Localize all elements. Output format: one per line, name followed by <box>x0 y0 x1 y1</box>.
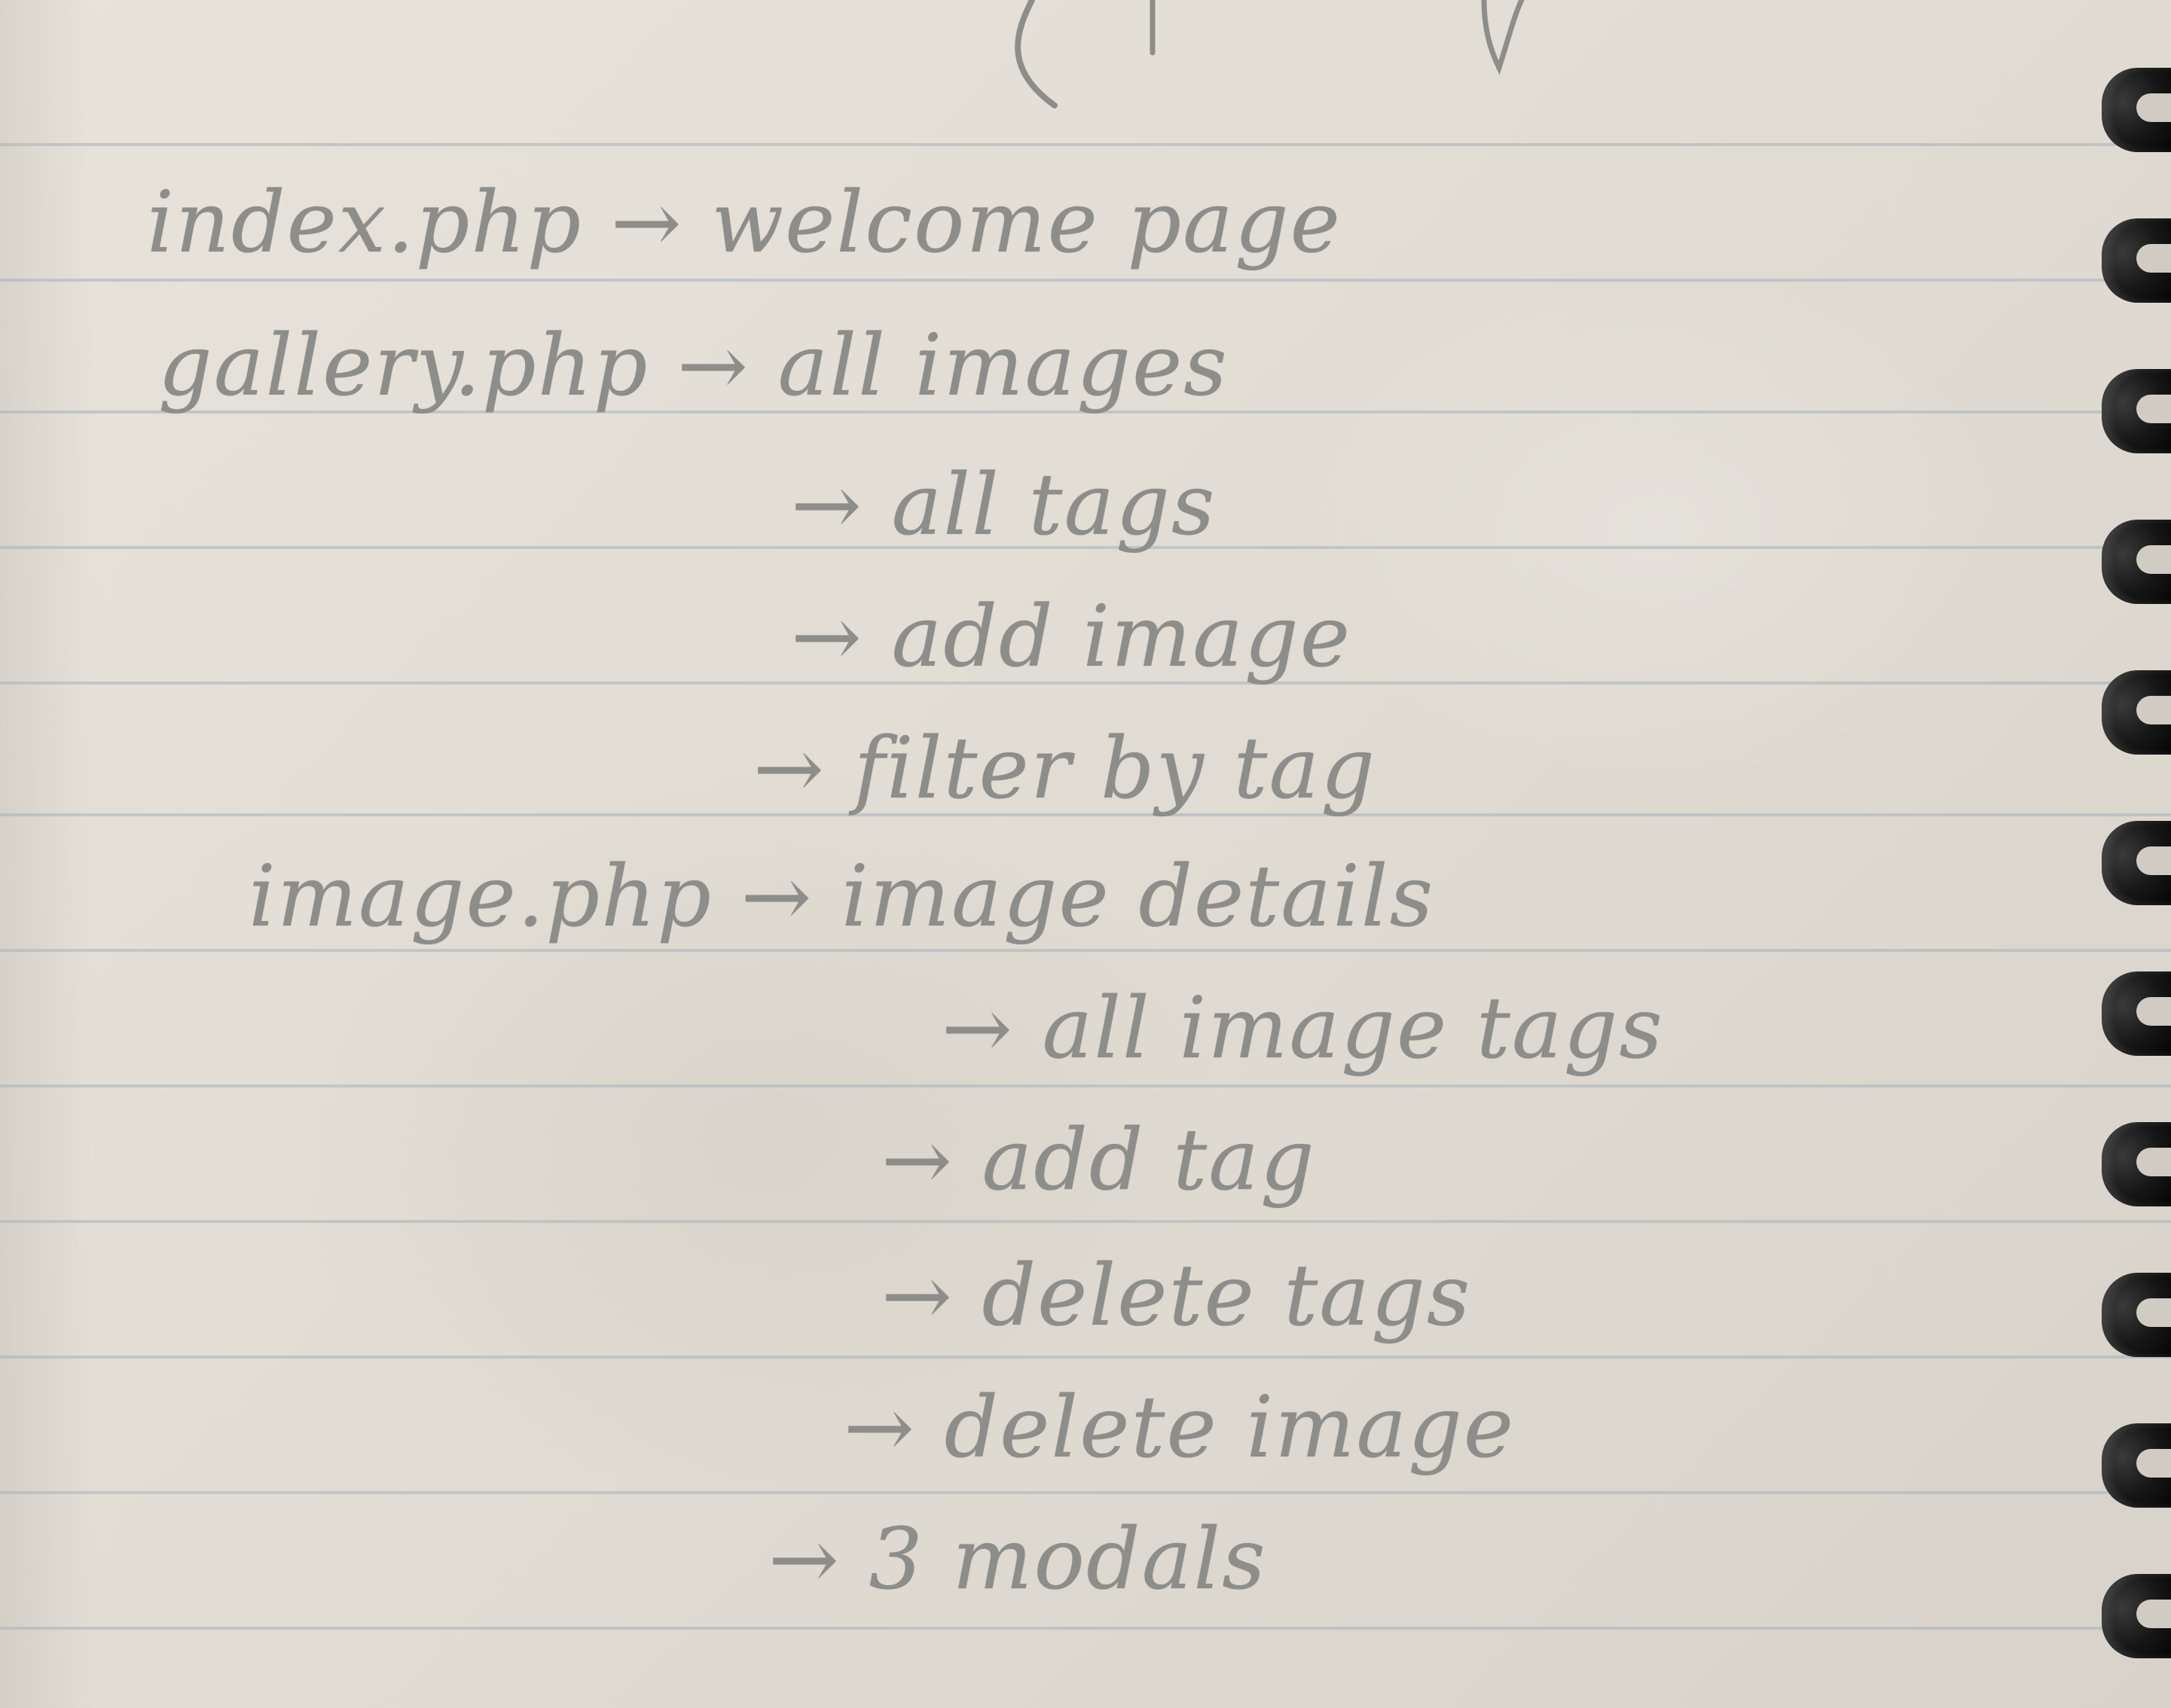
ruled-line <box>0 1356 2171 1359</box>
note-line-add-image: → add image <box>791 588 1351 686</box>
ruled-line <box>0 143 2171 146</box>
binding-ring <box>2102 821 2171 905</box>
note-line-image-details: image.php → image details <box>249 848 1435 946</box>
binding-ring <box>2102 218 2171 303</box>
binding-ring <box>2102 670 2171 755</box>
binding-ring <box>2102 369 2171 453</box>
binding-ring <box>2102 68 2171 152</box>
page-shadow <box>0 0 90 1708</box>
note-line-3-modals: → 3 modals <box>768 1511 1267 1609</box>
note-line-add-tag: → add tag <box>881 1112 1316 1209</box>
note-line-delete-image: → delete image <box>844 1379 1516 1477</box>
ruled-line <box>0 949 2171 952</box>
notebook-page: index.php → welcome page gallery.php → a… <box>0 0 2171 1708</box>
binding-ring <box>2102 1273 2171 1357</box>
ruled-line <box>0 1491 2171 1494</box>
ruled-line <box>0 1084 2171 1087</box>
binding-ring <box>2102 971 2171 1056</box>
note-line-index: index.php → welcome page <box>147 174 1342 272</box>
binding-ring <box>2102 1574 2171 1658</box>
binding-ring <box>2102 520 2171 604</box>
note-line-filter-by-tag: → filter by tag <box>753 720 1377 818</box>
note-line-gallery: gallery.php → all images <box>158 317 1229 415</box>
ruled-line <box>0 1627 2171 1630</box>
binding-ring <box>2102 1122 2171 1206</box>
note-line-all-image-tags: → all image tags <box>942 980 1664 1078</box>
ruled-line <box>0 279 2171 282</box>
partial-handwriting-scribble <box>1015 0 1525 108</box>
note-line-all-tags: → all tags <box>791 456 1217 554</box>
binding-ring <box>2102 1423 2171 1508</box>
note-line-delete-tags: → delete tags <box>881 1247 1472 1345</box>
spiral-binding <box>2088 0 2171 1708</box>
ruled-line <box>0 1220 2171 1223</box>
